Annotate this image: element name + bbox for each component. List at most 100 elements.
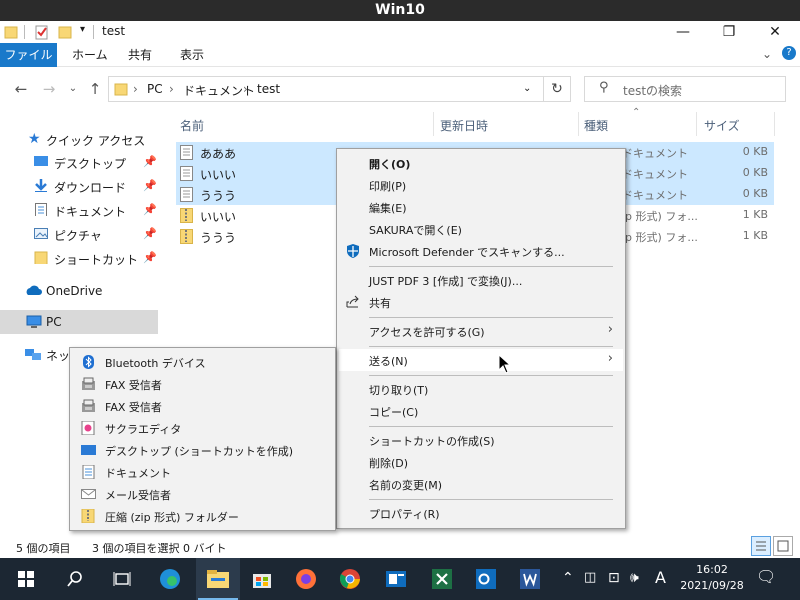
network-tray-icon[interactable]: ⊡: [608, 570, 620, 586]
taskbar-file-explorer[interactable]: [196, 558, 240, 600]
outlook-icon: [476, 569, 496, 589]
tab-share[interactable]: 共有: [116, 43, 164, 67]
column-type[interactable]: 種類: [584, 117, 608, 134]
column-separator[interactable]: [696, 112, 697, 136]
menu-copy[interactable]: コピー(C): [339, 400, 623, 422]
nav-shortcuts[interactable]: ショートカット 📌: [0, 246, 158, 270]
menu-edit[interactable]: 編集(E): [339, 196, 623, 218]
menu-properties[interactable]: プロパティ(R): [339, 502, 623, 524]
nav-downloads[interactable]: ダウンロード 📌: [0, 174, 158, 198]
nav-quick-access[interactable]: ★ クイック アクセス: [0, 127, 158, 151]
taskbar-word[interactable]: [508, 558, 552, 600]
send-to-item[interactable]: FAX 受信者: [72, 373, 333, 395]
menu-create-shortcut[interactable]: ショートカットの作成(S): [339, 429, 623, 451]
column-separator[interactable]: [774, 112, 775, 136]
file-type: ip 形式) フォ...: [622, 210, 698, 223]
search-input[interactable]: ⚲ testの検索: [584, 76, 786, 102]
clock[interactable]: 16:02 2021/09/28: [676, 562, 748, 594]
task-view-button[interactable]: [100, 558, 144, 600]
nav-label: ショートカット: [54, 253, 139, 267]
text-file-icon: [180, 166, 193, 181]
taskbar-outlook-contacts[interactable]: [374, 558, 418, 600]
nav-pictures[interactable]: ピクチャ 📌: [0, 222, 158, 246]
breadcrumb-test[interactable]: test: [257, 82, 280, 96]
network-icon: [25, 349, 41, 360]
menu-print[interactable]: 印刷(P): [339, 174, 623, 196]
send-to-item[interactable]: FAX 受信者: [72, 395, 333, 417]
send-to-item[interactable]: メール受信者: [72, 483, 333, 505]
address-bar[interactable]: › PC › ドキュメント › test ⌄: [108, 76, 544, 102]
menu-open[interactable]: 開く(O): [339, 152, 623, 174]
refresh-button[interactable]: ↻: [543, 76, 571, 102]
nav-label: OneDrive: [46, 284, 103, 298]
properties-check-icon[interactable]: [34, 23, 50, 41]
tab-home[interactable]: ホーム: [60, 43, 120, 67]
taskbar-edge[interactable]: [148, 558, 192, 600]
file-name: いいい: [200, 168, 237, 182]
menu-cut[interactable]: 切り取り(T): [339, 378, 623, 400]
menu-open-sakura[interactable]: SAKURAで開く(E): [339, 218, 623, 240]
address-row: ← → ⌄ ↑ › PC › ドキュメント › test ⌄ ↻ ⚲ testの…: [0, 68, 800, 110]
menu-give-access[interactable]: アクセスを許可する(G) ›: [339, 320, 623, 342]
tab-view[interactable]: 表示: [168, 43, 216, 67]
taskbar-excel[interactable]: [420, 558, 464, 600]
ime-indicator[interactable]: A: [655, 568, 666, 587]
menu-justpdf[interactable]: JUST PDF 3 [作成] で変換(J)...: [339, 269, 623, 291]
send-to-item[interactable]: デスクトップ (ショートカットを作成): [72, 439, 333, 461]
menu-delete[interactable]: 削除(D): [339, 451, 623, 473]
sakura-editor-icon: [81, 421, 95, 435]
file-type: ドキュメント: [622, 189, 688, 202]
nav-documents[interactable]: ドキュメント 📌: [0, 198, 158, 222]
breadcrumb-pc[interactable]: PC: [147, 82, 163, 96]
customize-qat-icon[interactable]: ▾: [80, 24, 85, 35]
taskbar-outlook[interactable]: [464, 558, 508, 600]
back-button[interactable]: ←: [10, 78, 32, 100]
help-icon[interactable]: ?: [782, 46, 796, 60]
menu-send-to[interactable]: 送る(N) ›: [339, 349, 623, 371]
show-hidden-icons[interactable]: ⌃: [562, 570, 574, 586]
forward-button[interactable]: →: [38, 78, 60, 100]
send-to-item[interactable]: サクラエディタ: [72, 417, 333, 439]
file-name: いいい: [200, 210, 237, 224]
mouse-cursor-icon: [498, 354, 512, 374]
send-to-item[interactable]: ドキュメント: [72, 461, 333, 483]
minimize-button[interactable]: —: [660, 21, 706, 43]
menu-defender-scan[interactable]: Microsoft Defender でスキャンする...: [339, 240, 623, 262]
menu-share[interactable]: 共有: [339, 291, 623, 313]
large-icons-view-button[interactable]: [773, 536, 793, 556]
start-button[interactable]: [4, 558, 48, 600]
column-separator[interactable]: [433, 112, 434, 136]
menu-label: 削除(D): [369, 457, 409, 470]
camera-icon[interactable]: ◫: [584, 570, 596, 585]
column-name[interactable]: 名前: [180, 117, 204, 134]
nav-desktop[interactable]: デスクトップ 📌: [0, 150, 158, 174]
send-to-item[interactable]: Bluetooth デバイス: [72, 351, 333, 373]
address-dropdown-icon[interactable]: ⌄: [523, 83, 531, 94]
pc-icon: [26, 315, 42, 328]
taskbar-chrome[interactable]: [328, 558, 372, 600]
menu-label: 印刷(P): [369, 180, 407, 193]
divider: [93, 25, 94, 39]
search-button[interactable]: [52, 558, 96, 600]
close-button[interactable]: ✕: [752, 21, 798, 43]
send-to-label: Bluetooth デバイス: [105, 357, 206, 370]
recent-locations-button[interactable]: ⌄: [62, 78, 84, 100]
column-date[interactable]: 更新日時: [440, 117, 488, 134]
maximize-button[interactable]: ❐: [706, 21, 752, 43]
tab-file[interactable]: ファイル: [0, 43, 57, 67]
column-size[interactable]: サイズ: [704, 117, 740, 134]
notification-icon[interactable]: 🗨: [756, 567, 776, 586]
taskbar-firefox[interactable]: [284, 558, 328, 600]
details-view-button[interactable]: [751, 536, 771, 556]
menu-rename[interactable]: 名前の変更(M): [339, 473, 623, 495]
expand-ribbon-icon[interactable]: ⌄: [762, 47, 772, 61]
volume-icon[interactable]: 🕪: [630, 570, 639, 586]
nav-pc[interactable]: PC: [0, 310, 158, 334]
column-separator[interactable]: [578, 112, 579, 136]
nav-onedrive[interactable]: OneDrive: [0, 279, 158, 303]
pin-icon: 📌: [143, 155, 157, 168]
new-folder-icon[interactable]: [58, 23, 72, 41]
send-to-item[interactable]: 圧縮 (zip 形式) フォルダー: [72, 505, 333, 527]
up-button[interactable]: ↑: [84, 78, 106, 100]
taskbar-store[interactable]: [240, 558, 284, 600]
